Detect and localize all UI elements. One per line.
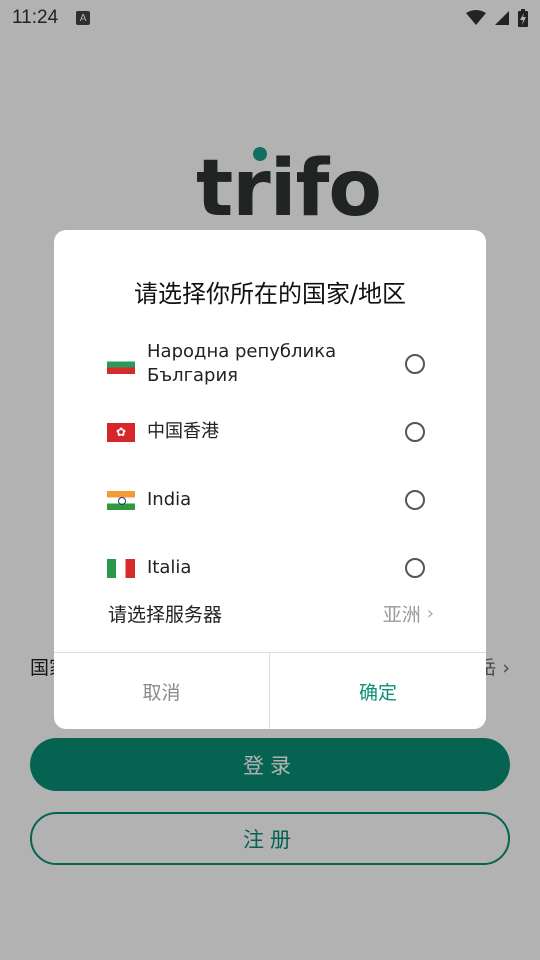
radio-button[interactable] — [405, 422, 425, 442]
country-label: Народна република България — [147, 341, 337, 386]
radio-button[interactable] — [405, 354, 425, 374]
confirm-button[interactable]: 确定 — [270, 653, 486, 729]
country-item-bulgaria[interactable]: Народна република България — [54, 330, 486, 398]
country-label: India — [147, 489, 192, 510]
cancel-button[interactable]: 取消 — [54, 653, 269, 729]
server-value: 亚洲 — [382, 603, 421, 626]
radio-button[interactable] — [405, 490, 425, 510]
country-item-italy[interactable]: Italia — [54, 534, 486, 602]
country-list: Народна република България ✿ 中国香港 India … — [54, 330, 486, 602]
country-item-india[interactable]: India — [54, 466, 486, 534]
bulgaria-flag-icon — [107, 354, 135, 374]
country-label: Italia — [147, 557, 192, 578]
chevron-right-icon: › — [426, 602, 434, 624]
india-flag-icon — [107, 490, 135, 510]
server-label: 请选择服务器 — [108, 603, 223, 626]
country-picker-dialog: 请选择你所在的国家/地区 Народна република България … — [54, 230, 486, 729]
italy-flag-icon — [107, 558, 135, 578]
hong-kong-flag-icon: ✿ — [107, 422, 135, 442]
server-selector[interactable]: 请选择服务器 亚洲 › — [108, 598, 434, 628]
radio-button[interactable] — [405, 558, 425, 578]
country-label: 中国香港 — [147, 421, 219, 442]
dialog-title: 请选择你所在的国家/地区 — [133, 280, 407, 308]
country-item-hong-kong[interactable]: ✿ 中国香港 — [54, 398, 486, 466]
